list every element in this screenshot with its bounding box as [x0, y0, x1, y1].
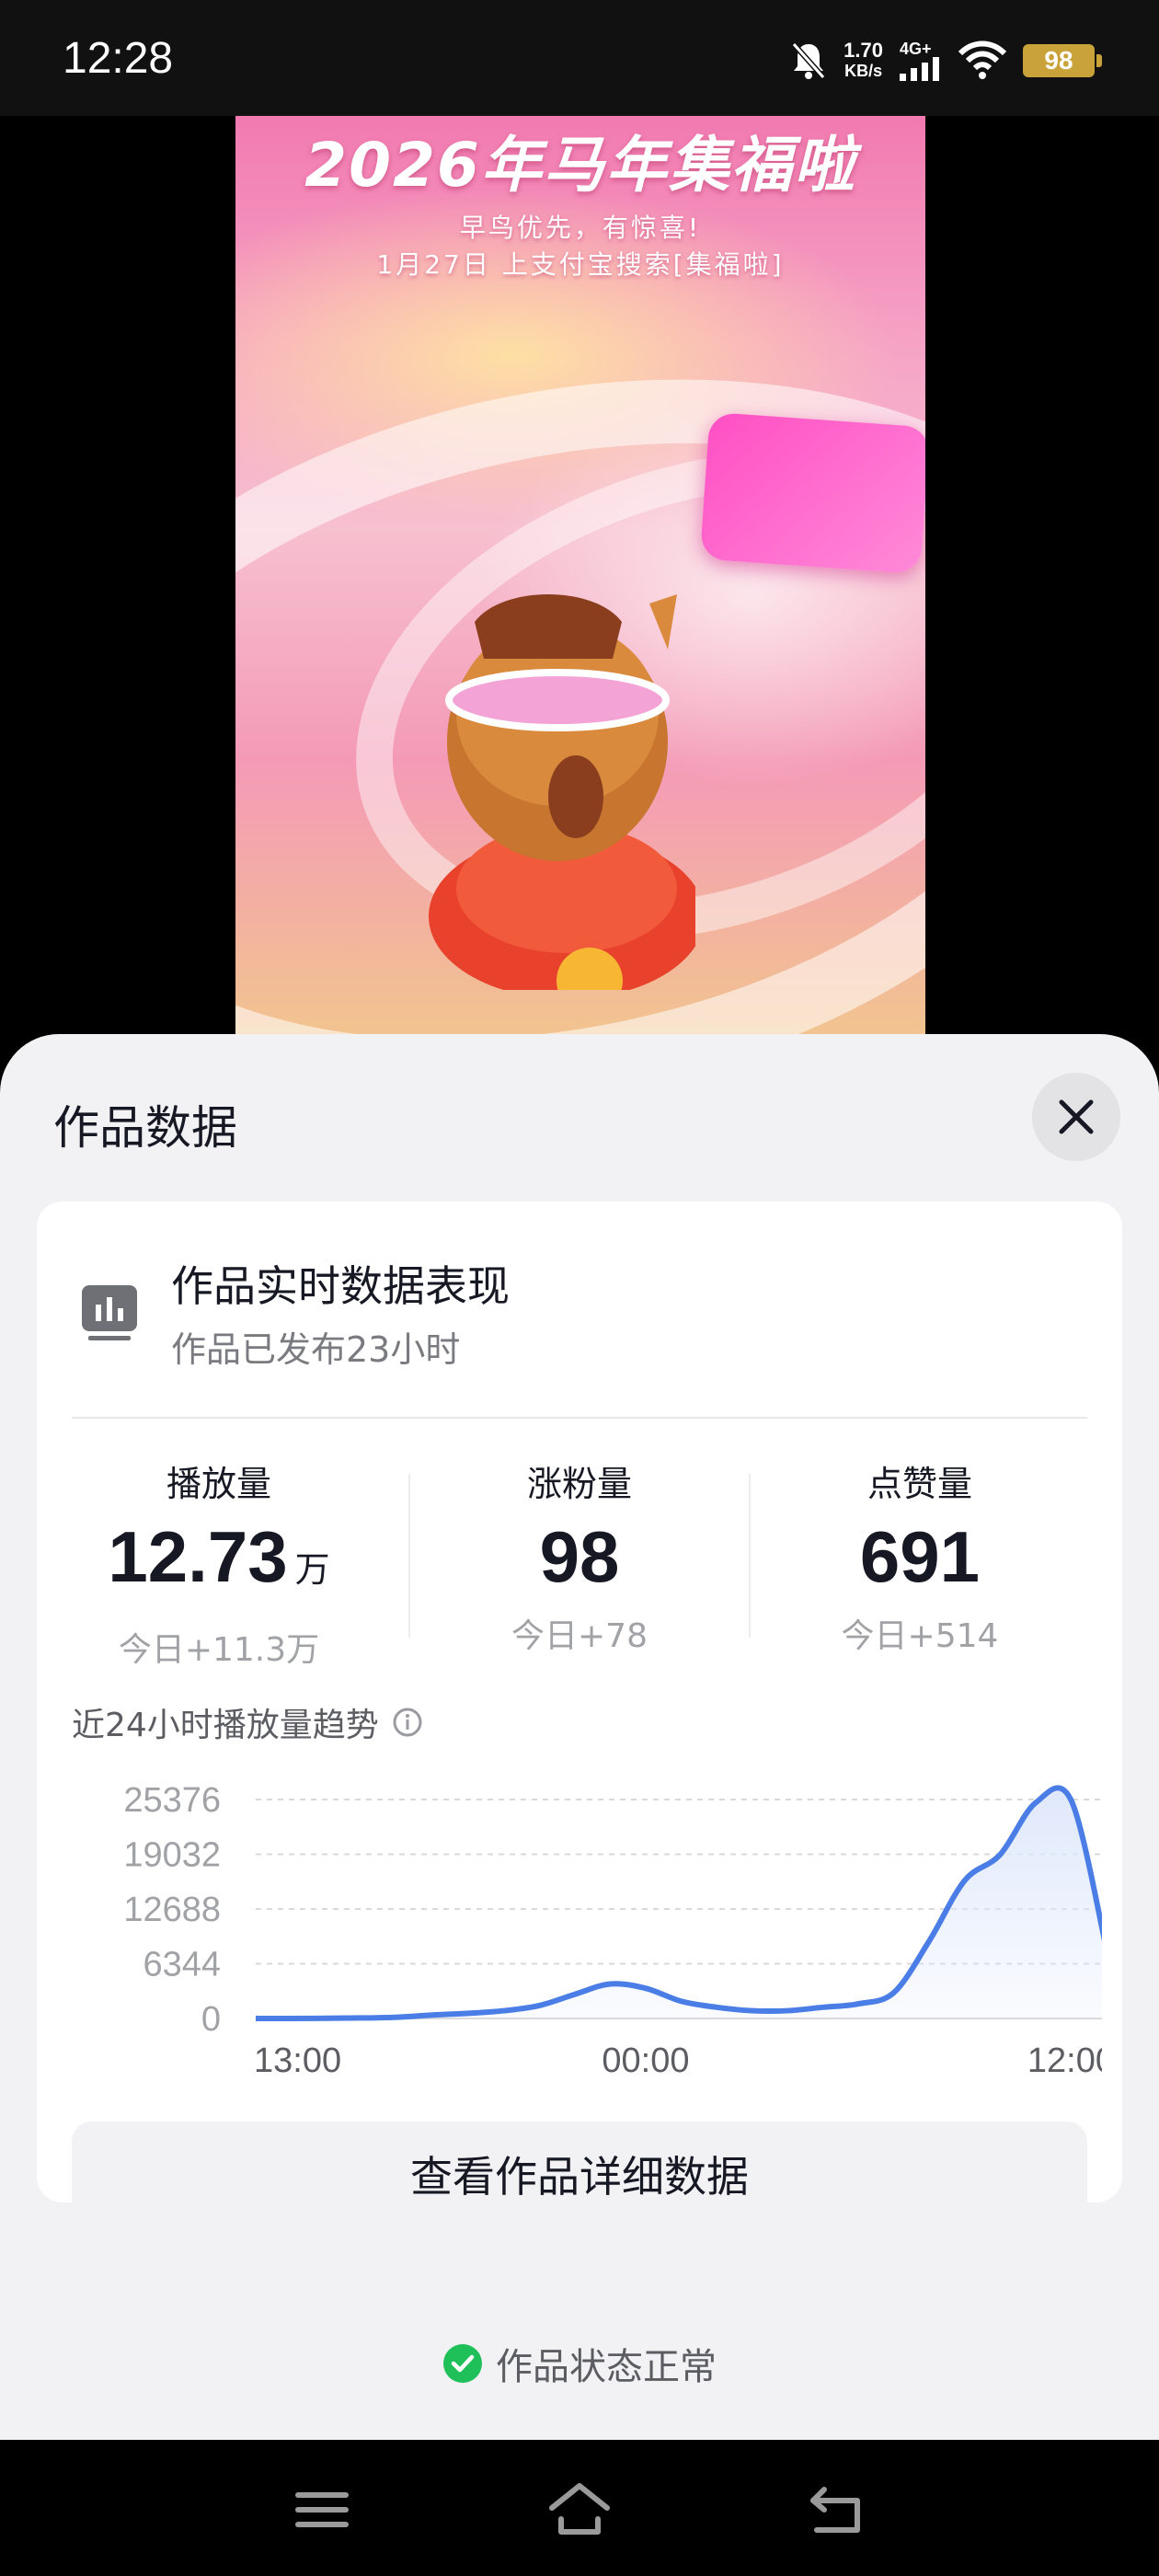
status-icons: 1.70 KB/s 4G+ 98 — [790, 35, 1102, 86]
works-data-sheet: 作品数据 作品实时数据表现 作品已发布23小时 播放量 12.73 万 今日+11… — [0, 1034, 1159, 2440]
stat-label: 播放量 — [166, 1464, 271, 1504]
stat-value: 691 — [751, 1519, 1089, 1594]
realtime-data-card: 作品实时数据表现 作品已发布23小时 播放量 12.73 万 今日+11.3万 涨… — [37, 1202, 1122, 2226]
x-tick-label: 13:00 — [254, 2041, 341, 2076]
bell-muted-icon — [791, 42, 826, 79]
view-details-button[interactable]: 查看作品详细数据 — [72, 2122, 1087, 2226]
stat-label: 涨粉量 — [526, 1464, 632, 1504]
back-icon[interactable] — [804, 2477, 870, 2543]
card-subtitle: 作品已发布23小时 — [171, 1329, 461, 1370]
stat-delta: 今日+11.3万 — [118, 1631, 320, 1669]
x-tick-label: 12:00 — [1027, 2041, 1102, 2076]
menu-icon[interactable] — [289, 2477, 355, 2543]
battery-icon: 98 — [1023, 44, 1102, 77]
stat-delta: 今日+78 — [511, 1617, 648, 1655]
stat-value: 98 — [410, 1519, 749, 1594]
stat-number: 691 — [859, 1516, 981, 1597]
stat-value: 12.73 万 — [50, 1519, 388, 1608]
signal-icon — [900, 57, 939, 81]
y-tick-label: 0 — [201, 2000, 221, 2039]
video-poster[interactable]: 2026年马年集福啦 早鸟优先，有惊喜! 1月27日 上支付宝搜索[集福啦] — [235, 116, 925, 1036]
net-speed-value: 1.70 — [843, 39, 883, 62]
wifi-icon — [958, 40, 1006, 79]
trend-title-row: 近24小时播放量趋势 — [72, 1698, 423, 1746]
y-tick-label: 6344 — [143, 1946, 221, 1984]
close-icon — [1059, 1099, 1094, 1134]
status-time: 12:28 — [63, 34, 174, 83]
card-divider — [72, 1417, 1087, 1419]
stat-followers: 涨粉量 98 今日+78 — [410, 1455, 749, 1657]
works-status: 作品状态正常 — [0, 2337, 1159, 2390]
stat-unit: 万 — [294, 1551, 330, 1590]
y-tick-label: 19032 — [123, 1836, 221, 1875]
stat-likes: 点赞量 691 今日+514 — [751, 1455, 1089, 1657]
sheet-title: 作品数据 — [53, 1101, 237, 1155]
stat-number: 12.73 — [108, 1516, 288, 1597]
check-circle-icon — [443, 2344, 482, 2383]
trend-title: 近24小时播放量趋势 — [72, 1707, 379, 1744]
bar-chart-icon — [82, 1285, 137, 1340]
navigation-bar — [0, 2440, 1159, 2576]
net-speed-unit: KB/s — [844, 62, 883, 80]
poster-line2: 1月27日 上支付宝搜索[集福啦] — [376, 249, 785, 280]
series-area — [256, 1788, 1102, 2019]
poster-line1: 早鸟优先，有惊喜! — [459, 213, 702, 243]
poster-title: 2026年马年集福啦 — [304, 130, 856, 201]
stat-plays: 播放量 12.73 万 今日+11.3万 — [50, 1455, 388, 1671]
close-button[interactable] — [1032, 1073, 1120, 1161]
net-speed: 1.70 KB/s — [843, 40, 883, 81]
red-envelope-card — [699, 411, 925, 575]
status-bar: 12:28 1.70 KB/s 4G+ 98 — [0, 0, 1159, 116]
status-text: 作品状态正常 — [496, 2346, 717, 2388]
y-tick-label: 25376 — [123, 1781, 221, 1820]
card-title: 作品实时数据表现 — [171, 1261, 510, 1311]
info-icon[interactable] — [392, 1707, 423, 1738]
stat-number: 98 — [539, 1516, 620, 1597]
stat-delta: 今日+514 — [841, 1617, 999, 1655]
trend-chart: 0 6344 12688 19032 25376 13:00 00:00 12:00 — [123, 1781, 1102, 2076]
y-tick-label: 12688 — [123, 1891, 221, 1929]
horse-mascot-illustration — [429, 594, 695, 990]
network-type: 4G+ — [900, 40, 932, 58]
stat-label: 点赞量 — [866, 1464, 972, 1504]
x-tick-label: 00:00 — [602, 2041, 689, 2076]
signal-group: 4G+ — [900, 40, 942, 81]
home-icon[interactable] — [546, 2477, 613, 2543]
